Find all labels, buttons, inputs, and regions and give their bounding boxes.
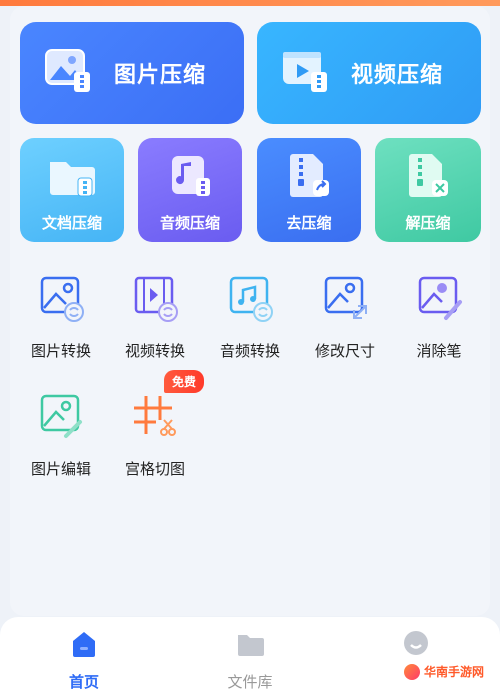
tool-image-convert[interactable]: 图片转换 [16, 272, 106, 372]
watermark-logo-icon [404, 663, 420, 680]
resize-icon [318, 272, 372, 326]
video-compress-icon [281, 46, 331, 100]
video-convert-icon [128, 272, 182, 326]
tool-grid-cut[interactable]: 宫格切图 [110, 390, 200, 490]
eraser-brush-icon [412, 272, 466, 326]
audio-compress-label: 音频压缩 [159, 214, 220, 232]
tool-image-edit[interactable]: 图片编辑 [16, 390, 106, 490]
home-icon [69, 629, 99, 663]
image-compress-label: 图片压缩 [114, 63, 207, 88]
tool-eraser[interactable]: 消除笔 [394, 272, 484, 372]
folder-icon [235, 629, 265, 663]
doc-compress-card[interactable]: 文档压缩 [20, 138, 124, 242]
image-edit-icon [34, 390, 88, 444]
nav-me[interactable] [376, 629, 456, 663]
folder-zip-icon [46, 150, 98, 206]
audio-convert-label: 音频转换 [219, 342, 280, 360]
tool-resize[interactable]: 修改尺寸 [300, 272, 390, 372]
image-compress-card[interactable]: 图片压缩 [20, 22, 244, 124]
video-compress-label: 视频压缩 [351, 63, 444, 88]
free-badge: 免费 [164, 370, 205, 393]
video-convert-label: 视频转换 [124, 342, 185, 360]
eraser-label: 消除笔 [416, 342, 462, 360]
decompress-label: 解压缩 [405, 214, 451, 232]
decompress-card[interactable]: 解压缩 [375, 138, 481, 242]
nav-files-label: 文件库 [227, 673, 273, 691]
watermark-text: 华南手游网 [424, 665, 485, 679]
image-convert-icon [34, 272, 88, 326]
music-zip-icon [164, 150, 216, 206]
audio-convert-icon [223, 272, 277, 326]
remove-compress-card[interactable]: 去压缩 [257, 138, 361, 242]
zip-unpack-icon [402, 150, 454, 206]
nav-home[interactable]: 首页 [44, 629, 124, 692]
zip-extract-icon [283, 150, 335, 206]
nav-home-label: 首页 [68, 673, 99, 691]
nav-files[interactable]: 文件库 [210, 629, 290, 692]
image-convert-label: 图片转换 [30, 342, 91, 360]
profile-icon [401, 629, 431, 663]
grid-cut-label: 宫格切图 [124, 460, 185, 478]
watermark: 华南手游网 [398, 660, 491, 683]
resize-label: 修改尺寸 [314, 342, 375, 360]
audio-compress-card[interactable]: 音频压缩 [138, 138, 242, 242]
tool-video-convert[interactable]: 视频转换 [110, 272, 200, 372]
video-compress-card[interactable]: 视频压缩 [257, 22, 481, 124]
remove-compress-label: 去压缩 [286, 214, 332, 232]
grid-cut-icon [128, 390, 182, 444]
tool-audio-convert[interactable]: 音频转换 [205, 272, 295, 372]
image-edit-label: 图片编辑 [30, 460, 91, 478]
image-compress-icon [44, 46, 94, 100]
doc-compress-label: 文档压缩 [41, 214, 102, 232]
